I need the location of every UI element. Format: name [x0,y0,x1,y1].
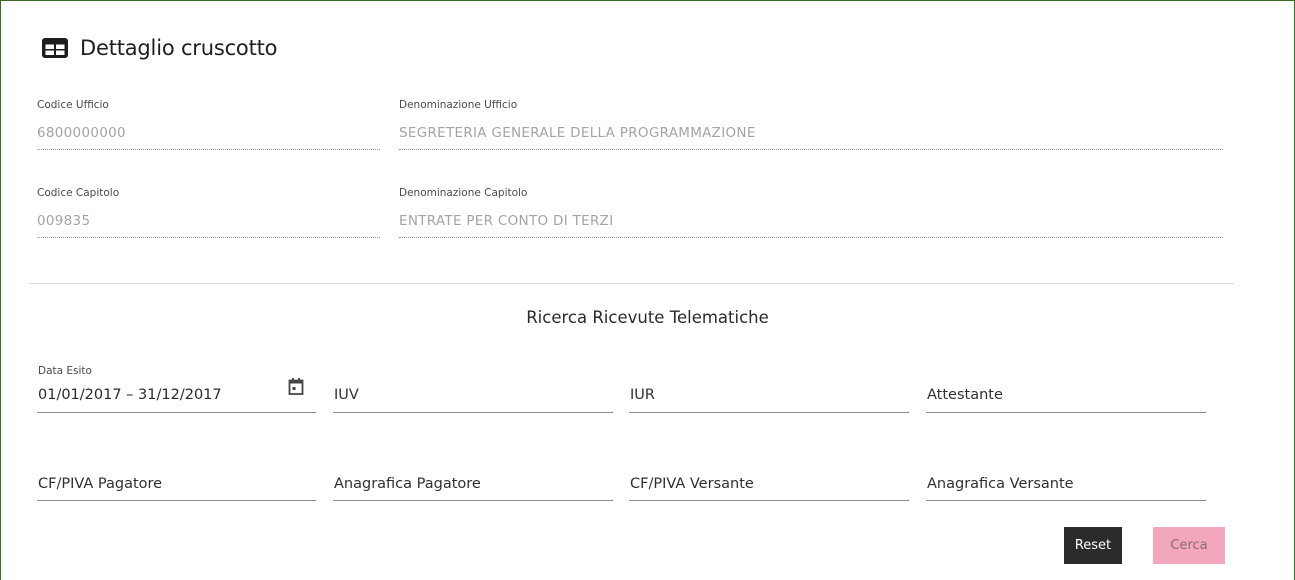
reset-button[interactable]: Reset [1064,527,1122,564]
data-esito-label: Data Esito [38,365,92,377]
denominazione-capitolo-field: Denominazione Capitolo ENTRATE PER CONTO… [399,186,1223,238]
cf-piva-pagatore-placeholder: CF/PIVA Pagatore [38,476,163,492]
denominazione-ufficio-value: SEGRETERIA GENERALE DELLA PROGRAMMAZIONE [399,125,756,141]
denominazione-capitolo-value: ENTRATE PER CONTO DI TERZI [399,213,614,229]
anagrafica-versante-placeholder: Anagrafica Versante [927,476,1074,492]
iuv-input[interactable]: IUV [333,362,613,413]
denominazione-capitolo-label: Denominazione Capitolo [399,187,528,199]
codice-ufficio-value: 6800000000 [37,125,126,141]
search-section-title: Ricerca Ricevute Telematiche [526,308,769,327]
data-esito-input[interactable]: Data Esito 01/01/2017 – 31/12/2017 [37,362,316,413]
denominazione-ufficio-field: Denominazione Ufficio SEGRETERIA GENERAL… [399,98,1223,150]
cf-piva-versante-placeholder: CF/PIVA Versante [630,476,754,492]
grid-table-icon [42,38,68,58]
iur-placeholder: IUR [630,387,655,403]
denominazione-ufficio-label: Denominazione Ufficio [399,99,518,111]
codice-ufficio-field: Codice Ufficio 6800000000 [37,98,380,150]
iur-input[interactable]: IUR [629,362,909,413]
codice-ufficio-label: Codice Ufficio [37,99,109,111]
codice-capitolo-label: Codice Capitolo [37,187,120,199]
codice-capitolo-underline [37,237,380,238]
cerca-button[interactable]: Cerca [1153,527,1225,564]
calendar-icon[interactable] [288,378,304,395]
codice-capitolo-field: Codice Capitolo 009835 [37,186,380,238]
section-divider [29,283,1234,284]
cf-piva-pagatore-input[interactable]: CF/PIVA Pagatore [37,452,316,501]
data-esito-value: 01/01/2017 – 31/12/2017 [38,387,222,403]
page-title: Dettaglio cruscotto [80,36,278,60]
attestante-placeholder: Attestante [927,387,1003,403]
page-header: Dettaglio cruscotto [42,36,277,60]
denominazione-capitolo-underline [399,237,1223,238]
cf-piva-versante-input[interactable]: CF/PIVA Versante [629,452,909,501]
codice-capitolo-value: 009835 [37,213,91,229]
denominazione-ufficio-underline [399,149,1223,150]
codice-ufficio-underline [37,149,380,150]
anagrafica-pagatore-placeholder: Anagrafica Pagatore [334,476,481,492]
attestante-input[interactable]: Attestante [926,362,1206,413]
anagrafica-pagatore-input[interactable]: Anagrafica Pagatore [333,452,613,501]
anagrafica-versante-input[interactable]: Anagrafica Versante [926,452,1206,501]
iuv-placeholder: IUV [334,387,359,403]
